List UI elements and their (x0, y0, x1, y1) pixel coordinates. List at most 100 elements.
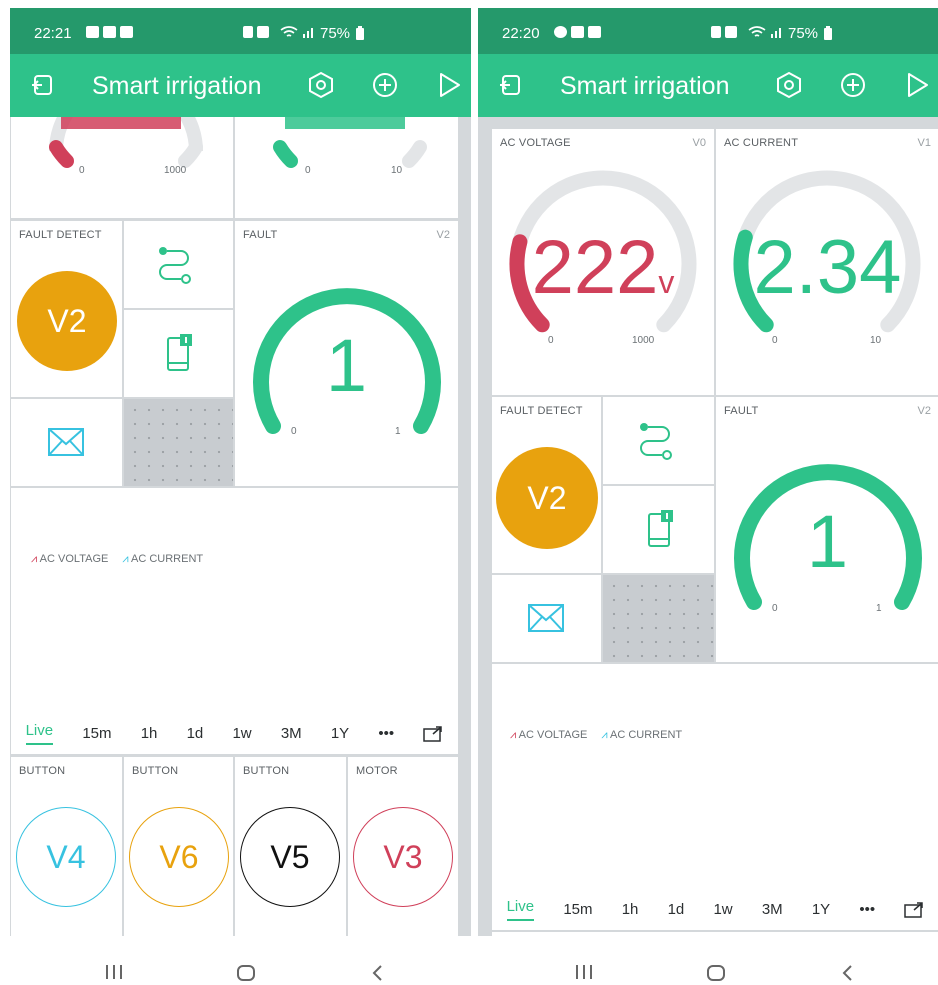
app-bar: Smart irrigation (478, 54, 938, 117)
motor-label: MOTOR (356, 765, 398, 777)
settings-hex-icon[interactable] (774, 70, 804, 100)
home-icon-right[interactable] (706, 964, 726, 982)
button-tile-v5[interactable]: BUTTON V5 (235, 757, 346, 936)
add-widget-icon[interactable] (370, 70, 400, 100)
fault-detect-label: FAULT DETECT (500, 405, 583, 417)
email-tile[interactable] (11, 399, 122, 486)
tab-live[interactable]: Live (506, 898, 535, 921)
system-icons (711, 26, 737, 38)
tab-1h[interactable]: 1h (141, 725, 158, 742)
status-time: 22:20 (502, 25, 540, 42)
button-v4[interactable]: V4 (16, 807, 116, 907)
current-gauge-min: 0 (305, 165, 311, 176)
back-nav-icon[interactable] (370, 964, 384, 982)
superchart-tile[interactable]: ⩘ AC VOLTAGE ⩘ AC CURRENT Live 15m 1h 1d… (11, 488, 458, 754)
tab-1w[interactable]: 1w (713, 901, 732, 918)
eventor-tile[interactable] (124, 221, 233, 308)
signal-icon (771, 28, 781, 38)
tab-1d[interactable]: 1d (187, 725, 204, 742)
button-v6[interactable]: V6 (129, 807, 229, 907)
button-v5[interactable]: V5 (240, 807, 340, 907)
signal-icon (303, 28, 313, 38)
android-nav-bar (0, 936, 938, 985)
status-bar: 22:21 75% (10, 8, 471, 54)
ac-voltage-min: 0 (548, 335, 554, 346)
tab-3m[interactable]: 3M (281, 725, 302, 742)
button-label: BUTTON (243, 765, 290, 777)
fault-gauge-tile[interactable]: FAULT V2 1 0 1 (716, 397, 938, 662)
ac-voltage-gauge-tile[interactable]: AC VOLTAGE V0 222v 0 1000 (492, 129, 714, 395)
ac-voltage-max: 1000 (632, 335, 655, 346)
current-gauge-tile[interactable]: 0 10 (235, 117, 458, 218)
fault-detect-pin: V2 (527, 479, 567, 516)
fault-detect-label: FAULT DETECT (19, 229, 102, 241)
ac-current-max: 10 (870, 335, 882, 346)
more-options[interactable]: ••• (859, 901, 875, 918)
left-phone-screen: 22:21 75% Smart irrigation 0 1000 0 10 F… (10, 8, 471, 936)
battery-icon (356, 26, 364, 40)
fault-detect-led: V2 (17, 271, 117, 371)
back-nav-icon-right[interactable] (840, 964, 854, 982)
ac-current-gauge-tile[interactable]: AC CURRENT V1 2.34 0 10 (716, 129, 938, 395)
back-icon[interactable] (496, 70, 526, 100)
notification-tile[interactable] (603, 486, 714, 573)
fault-detect-tile[interactable]: FAULT DETECT V2 (492, 397, 601, 573)
eventor-tile[interactable] (603, 397, 714, 484)
tab-15m[interactable]: 15m (82, 725, 111, 742)
superchart-tile[interactable]: ⩘ AC VOLTAGE ⩘ AC CURRENT Live 15m 1h 1d… (492, 664, 938, 930)
button-tile-v6[interactable]: BUTTON V6 (124, 757, 233, 936)
chart-period-tabs: Live 15m 1h 1d 1w 3M 1Y ••• (492, 898, 938, 921)
button-tile-v4[interactable]: BUTTON V4 (11, 757, 122, 936)
play-icon[interactable] (434, 70, 464, 100)
notification-icons (554, 26, 601, 38)
home-icon[interactable] (236, 964, 256, 982)
legend-voltage[interactable]: ⩘ AC VOLTAGE (31, 553, 108, 566)
tab-1w[interactable]: 1w (232, 725, 251, 742)
voltage-gauge-max: 1000 (164, 165, 187, 176)
legend-current[interactable]: ⩘ AC CURRENT (601, 729, 682, 742)
notification-icons (86, 26, 133, 38)
tab-1h[interactable]: 1h (622, 901, 639, 918)
tab-1y[interactable]: 1Y (331, 725, 349, 742)
eventor-icon (159, 247, 191, 284)
voltage-gauge-tile[interactable]: 0 1000 (11, 117, 233, 218)
email-icon (528, 604, 564, 632)
tab-1d[interactable]: 1d (668, 901, 685, 918)
back-icon[interactable] (28, 70, 58, 100)
expand-chart-icon[interactable] (904, 901, 924, 918)
current-gauge-arc (273, 117, 427, 168)
recent-apps-icon[interactable] (105, 964, 123, 980)
legend-current[interactable]: ⩘ AC CURRENT (122, 553, 203, 566)
dashboard-canvas: AC VOLTAGE V0 222v 0 1000 AC CURRENT V1 … (492, 129, 938, 936)
fault-detect-tile[interactable]: FAULT DETECT V2 (11, 221, 122, 397)
add-widget-icon[interactable] (838, 70, 868, 100)
email-icon (48, 428, 84, 456)
ac-current-min: 0 (772, 335, 778, 346)
tab-live[interactable]: Live (25, 722, 54, 745)
fault-gauge-value: 1 (325, 324, 368, 407)
more-options[interactable]: ••• (378, 725, 394, 742)
tab-3m[interactable]: 3M (762, 901, 783, 918)
notification-tile[interactable] (124, 310, 233, 397)
legend-voltage[interactable]: ⩘ AC VOLTAGE (510, 729, 587, 742)
battery-icon (824, 26, 832, 40)
fault-gauge-tile[interactable]: FAULT V2 1 0 1 (235, 221, 458, 486)
dashboard-canvas: 0 1000 0 10 FAULT DETECT V2 FAULT V2 1 0… (11, 117, 468, 936)
ac-voltage-unit: v (658, 264, 675, 300)
email-tile[interactable] (492, 575, 601, 662)
expand-chart-icon[interactable] (423, 725, 443, 742)
tab-15m[interactable]: 15m (563, 901, 592, 918)
recent-apps-icon-right[interactable] (575, 964, 593, 980)
tab-1y[interactable]: 1Y (812, 901, 830, 918)
project-title: Smart irrigation (92, 72, 262, 100)
settings-hex-icon[interactable] (306, 70, 336, 100)
empty-grid-area (603, 575, 714, 662)
play-icon[interactable] (902, 70, 932, 100)
battery-percent: 75% (320, 25, 351, 42)
system-icons (243, 26, 269, 38)
chart-legend: ⩘ AC VOLTAGE ⩘ AC CURRENT (31, 553, 203, 566)
motor-tile-v3[interactable]: MOTOR V3 (348, 757, 458, 936)
fault-gauge-min: 0 (772, 603, 778, 614)
ac-current-value: 2.34 (753, 225, 902, 310)
motor-button-v3[interactable]: V3 (353, 807, 453, 907)
